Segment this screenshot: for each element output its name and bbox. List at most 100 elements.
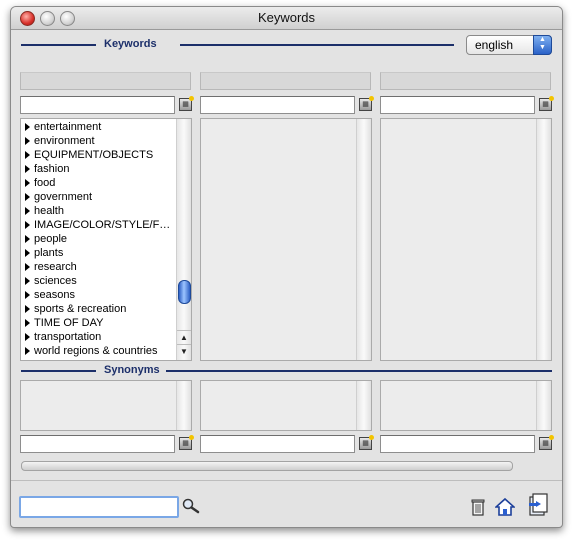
scroll-up-arrow-icon[interactable]: ▲	[177, 330, 191, 345]
list-item-label: fashion	[34, 163, 70, 175]
synonym-list-1[interactable]	[20, 380, 192, 431]
list-item[interactable]: world regions & countries	[25, 345, 158, 359]
synonym-list-2[interactable]	[200, 380, 372, 431]
disclosure-triangle-icon[interactable]	[25, 277, 30, 285]
list-item-label: environment	[34, 135, 95, 147]
keyword-list-3-scrollbar[interactable]	[536, 119, 551, 360]
disclosure-triangle-icon[interactable]	[25, 305, 30, 313]
keyword-list-1[interactable]: entertainment environment EQUIPMENT/OBJECT…	[20, 118, 192, 361]
keyword-column-header-1	[20, 72, 191, 90]
list-item[interactable]: health	[25, 205, 64, 219]
filter-icon[interactable]: ▦	[179, 96, 194, 111]
list-item[interactable]: environment	[25, 135, 95, 149]
list-item-label: world regions & countries	[34, 345, 158, 357]
disclosure-triangle-icon[interactable]	[25, 291, 30, 299]
synonym-list-3[interactable]	[380, 380, 552, 431]
scroll-down-arrow-icon[interactable]: ▼	[177, 344, 191, 359]
list-item[interactable]: fashion	[25, 163, 69, 177]
disclosure-triangle-icon[interactable]	[25, 193, 30, 201]
list-item[interactable]: seasons	[25, 289, 75, 303]
list-item-label: people	[34, 233, 68, 245]
keyword-column-header-3	[380, 72, 551, 90]
list-item-label: health	[34, 205, 64, 217]
list-item[interactable]: plants	[25, 247, 63, 261]
scroll-thumb[interactable]	[178, 280, 191, 304]
keywords-divider-left	[21, 44, 96, 46]
list-item[interactable]: entertainment	[25, 121, 101, 135]
keyword-column-header-2	[200, 72, 371, 90]
disclosure-triangle-icon[interactable]	[25, 333, 30, 341]
list-item-label: transportation	[34, 331, 102, 343]
list-item-label: research	[34, 261, 77, 273]
magnifier-icon[interactable]	[181, 498, 201, 514]
synonym-list-2-scrollbar[interactable]	[356, 381, 371, 430]
keyword-list-scrollbar[interactable]: ▲ ▼	[176, 119, 191, 360]
filter-icon[interactable]: ▦	[539, 96, 554, 111]
disclosure-triangle-icon[interactable]	[25, 249, 30, 257]
disclosure-triangle-icon[interactable]	[25, 347, 30, 355]
keyword-list-2-scrollbar[interactable]	[356, 119, 371, 360]
export-icon[interactable]	[527, 493, 549, 517]
list-item[interactable]: government	[25, 191, 92, 205]
progress-bar	[21, 461, 513, 471]
synonym-list-3-scrollbar[interactable]	[536, 381, 551, 430]
synonyms-section-label: Synonyms	[104, 364, 160, 376]
keywords-divider-right	[180, 44, 454, 46]
list-item-label: IMAGE/COLOR/STYLE/F…	[34, 219, 171, 231]
list-item-label: EQUIPMENT/OBJECTS	[34, 149, 154, 161]
list-item[interactable]: IMAGE/COLOR/STYLE/F…	[25, 219, 170, 233]
list-item[interactable]: food	[25, 177, 55, 191]
synonym-filter-input-1[interactable]	[20, 435, 175, 453]
list-item-label: seasons	[34, 289, 75, 301]
search-input[interactable]	[19, 496, 179, 518]
list-item[interactable]: transportation	[25, 331, 101, 345]
disclosure-triangle-icon[interactable]	[25, 319, 30, 327]
keywords-section-label: Keywords	[104, 38, 157, 50]
synonym-filter-input-3[interactable]	[380, 435, 535, 453]
list-item-label: TIME OF DAY	[34, 317, 104, 329]
list-item-label: plants	[34, 247, 64, 259]
disclosure-triangle-icon[interactable]	[25, 123, 30, 131]
synonym-filter-input-2[interactable]	[200, 435, 355, 453]
list-item[interactable]: sciences	[25, 275, 77, 289]
disclosure-triangle-icon[interactable]	[25, 151, 30, 159]
keywords-window: Keywords Keywords english ▲ ▼ ▦ ▦ ▦ enter…	[10, 6, 563, 528]
disclosure-triangle-icon[interactable]	[25, 263, 30, 271]
disclosure-triangle-icon[interactable]	[25, 235, 30, 243]
select-arrows-icon: ▲ ▼	[533, 35, 552, 55]
synonyms-divider-left	[21, 370, 96, 372]
list-item-label: food	[34, 177, 56, 189]
list-item-label: government	[34, 191, 93, 203]
disclosure-triangle-icon[interactable]	[25, 179, 30, 187]
synonyms-divider-right	[166, 370, 552, 372]
trash-icon[interactable]	[468, 497, 488, 517]
list-item-label: entertainment	[34, 121, 102, 133]
keyword-filter-input-1[interactable]	[20, 96, 175, 114]
window-title: Keywords	[257, 10, 316, 25]
keyword-filter-input-2[interactable]	[200, 96, 355, 114]
keyword-list-2[interactable]	[200, 118, 372, 361]
disclosure-triangle-icon[interactable]	[25, 221, 30, 229]
synonym-list-1-scrollbar[interactable]	[176, 381, 191, 430]
list-item-label: sports & recreation	[34, 303, 127, 315]
keyword-list-3[interactable]	[380, 118, 552, 361]
disclosure-triangle-icon[interactable]	[25, 165, 30, 173]
list-item[interactable]: people	[25, 233, 67, 247]
language-select-value: english	[475, 38, 514, 52]
filter-icon[interactable]: ▦	[359, 435, 374, 450]
disclosure-triangle-icon[interactable]	[25, 137, 30, 145]
bottom-divider	[11, 480, 562, 481]
list-item[interactable]: EQUIPMENT/OBJECTS	[25, 149, 153, 163]
language-select[interactable]: english ▲ ▼	[466, 35, 552, 55]
keyword-filter-input-3[interactable]	[380, 96, 535, 114]
disclosure-triangle-icon[interactable]	[25, 207, 30, 215]
list-item[interactable]: TIME OF DAY	[25, 317, 103, 331]
title-bar[interactable]: Keywords	[11, 7, 562, 30]
list-item[interactable]: research	[25, 261, 77, 275]
home-icon[interactable]	[493, 497, 517, 517]
filter-icon[interactable]: ▦	[179, 435, 194, 450]
list-item[interactable]: sports & recreation	[25, 303, 126, 317]
filter-icon[interactable]: ▦	[359, 96, 374, 111]
filter-icon[interactable]: ▦	[539, 435, 554, 450]
list-item-label: sciences	[34, 275, 77, 287]
